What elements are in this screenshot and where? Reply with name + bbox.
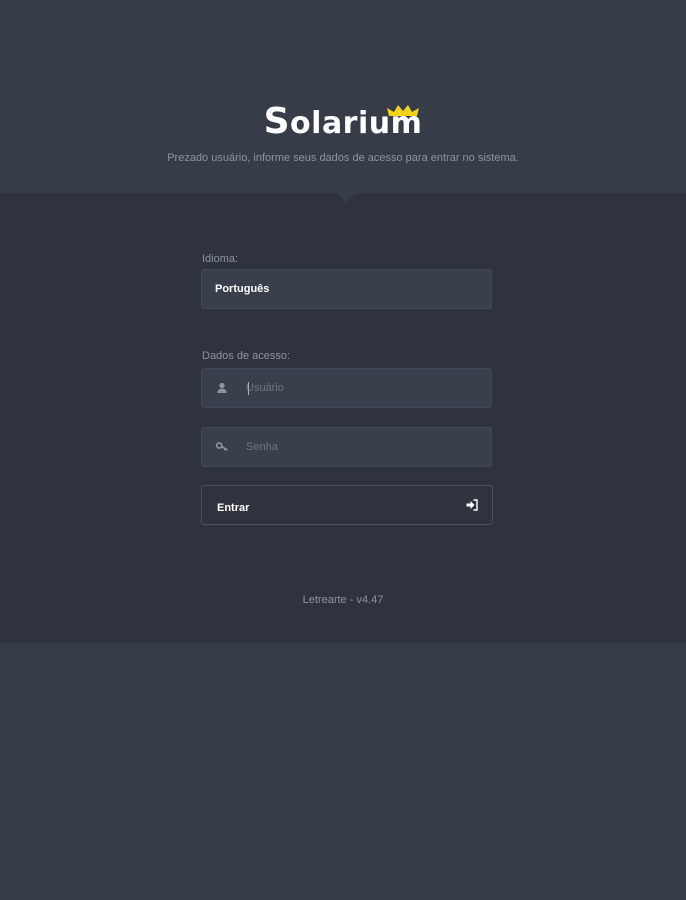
user-icon xyxy=(217,382,227,393)
access-label: Dados de acesso: xyxy=(202,350,291,362)
username-field-container xyxy=(201,368,492,408)
language-selected-value: Português xyxy=(215,283,270,295)
login-button-label: Entrar xyxy=(217,502,250,514)
password-input[interactable] xyxy=(246,428,486,466)
username-input[interactable] xyxy=(246,369,486,407)
sign-in-icon xyxy=(466,499,478,511)
crown-icon xyxy=(387,105,420,116)
version-footer: Letrearte - v4.47 xyxy=(302,594,384,606)
login-panel xyxy=(0,193,686,643)
language-select[interactable]: Português xyxy=(201,269,492,309)
login-instructions: Prezado usuário, informe seus dados de a… xyxy=(167,152,519,164)
key-icon xyxy=(215,442,228,451)
login-button[interactable]: Entrar xyxy=(201,485,493,525)
logo-wordmark: Solarium xyxy=(263,101,423,142)
text-caret xyxy=(248,382,249,395)
password-field-container xyxy=(201,427,492,467)
header: Solarium Prezado usuário, informe seus d… xyxy=(0,0,686,193)
logo: Solarium xyxy=(0,100,686,144)
language-label: Idioma: xyxy=(202,253,239,265)
login-page: Solarium Prezado usuário, informe seus d… xyxy=(0,0,686,900)
panel-notch xyxy=(337,193,355,203)
